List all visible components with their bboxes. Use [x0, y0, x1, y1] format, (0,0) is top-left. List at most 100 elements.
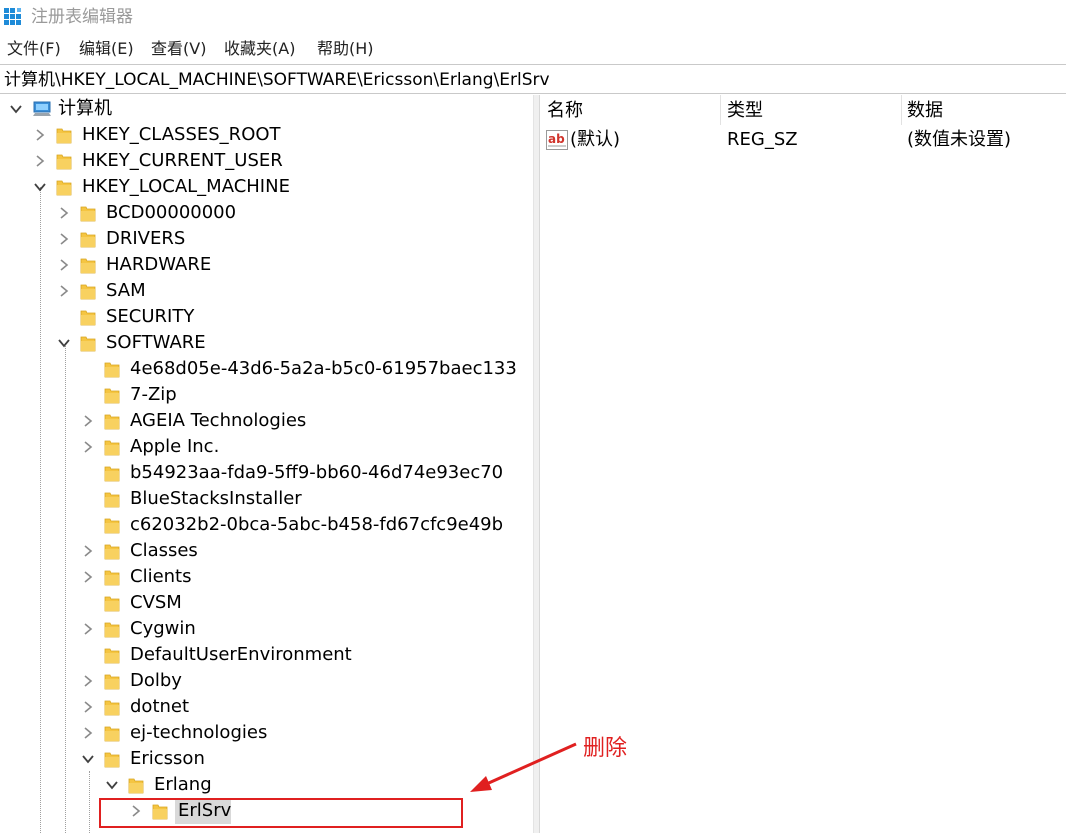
value-type: REG_SZ: [727, 129, 798, 150]
tree-item-label: SECURITY: [106, 306, 195, 327]
registry-app-icon: [4, 8, 21, 25]
column-separator[interactable]: [720, 95, 721, 125]
tree-item-key[interactable]: Apple Inc.: [0, 434, 533, 460]
chevron-down-icon[interactable]: [80, 751, 96, 767]
chevron-down-icon[interactable]: [32, 179, 48, 195]
chevron-right-icon[interactable]: [32, 127, 48, 143]
menu-bar: 文件(F) 编辑(E) 查看(V) 收藏夹(A) 帮助(H): [0, 36, 1066, 62]
tree-item-key[interactable]: Clients: [0, 564, 533, 590]
folder-icon: [80, 281, 96, 301]
tree-item-key[interactable]: Ericsson: [0, 746, 533, 772]
tree-item-key[interactable]: Erlang: [0, 772, 533, 798]
tree-item-computer[interactable]: 计算机: [0, 96, 533, 122]
window-title: 注册表编辑器: [31, 7, 133, 27]
folder-icon: [104, 489, 120, 509]
chevron-right-icon[interactable]: [32, 153, 48, 169]
folder-icon: [104, 697, 120, 717]
computer-icon: [32, 99, 52, 119]
tree-item-label: ej-technologies: [130, 722, 268, 743]
tree-item-label: Ericsson: [130, 748, 205, 769]
folder-icon: [56, 125, 72, 145]
menu-file[interactable]: 文件(F): [7, 38, 61, 60]
tree-item-key[interactable]: c62032b2-0bca-5abc-b458-fd67cfc9e49b: [0, 512, 533, 538]
tree-item-label: dotnet: [130, 696, 190, 717]
tree-item-key[interactable]: AGEIA Technologies: [0, 408, 533, 434]
tree-item-key[interactable]: 7-Zip: [0, 382, 533, 408]
folder-icon: [104, 411, 120, 431]
column-separator[interactable]: [901, 95, 902, 125]
tree-item-hive[interactable]: HKEY_CLASSES_ROOT: [0, 122, 533, 148]
tree-item-key[interactable]: DRIVERS: [0, 226, 533, 252]
tree-item-key[interactable]: DefaultUserEnvironment: [0, 642, 533, 668]
value-list[interactable]: 名称 类型 数据 ab (默认) REG_SZ (数值未设置): [540, 95, 1066, 833]
tree-item-key[interactable]: HARDWARE: [0, 252, 533, 278]
folder-icon: [104, 671, 120, 691]
folder-icon: [104, 593, 120, 613]
chevron-right-icon[interactable]: [80, 673, 96, 689]
tree-item-key[interactable]: CVSM: [0, 590, 533, 616]
value-name[interactable]: (默认): [570, 128, 620, 152]
tree-item-label: SOFTWARE: [106, 332, 206, 353]
tree-item-key[interactable]: BlueStacksInstaller: [0, 486, 533, 512]
column-header-name[interactable]: 名称: [547, 99, 583, 123]
chevron-right-icon[interactable]: [80, 725, 96, 741]
folder-icon: [80, 255, 96, 275]
chevron-right-icon[interactable]: [56, 205, 72, 221]
folder-icon: [104, 645, 120, 665]
tree-item-hive[interactable]: HKEY_LOCAL_MACHINE: [0, 174, 533, 200]
menu-help[interactable]: 帮助(H): [317, 38, 374, 60]
tree-item-label: HKEY_CURRENT_USER: [82, 150, 283, 171]
tree-item-key[interactable]: 4e68d05e-43d6-5a2a-b5c0-61957baec133: [0, 356, 533, 382]
tree-item-label: 计算机: [58, 98, 112, 119]
tree-item-key[interactable]: Dolby: [0, 668, 533, 694]
column-header-data[interactable]: 数据: [907, 99, 943, 123]
tree-item-key[interactable]: SECURITY: [0, 304, 533, 330]
tree-item-hive[interactable]: HKEY_CURRENT_USER: [0, 148, 533, 174]
tree-item-key[interactable]: ej-technologies: [0, 720, 533, 746]
folder-icon: [104, 515, 120, 535]
tree-item-key[interactable]: SOFTWARE: [0, 330, 533, 356]
chevron-right-icon[interactable]: [80, 621, 96, 637]
tree-item-label: 4e68d05e-43d6-5a2a-b5c0-61957baec133: [130, 358, 517, 379]
chevron-right-icon[interactable]: [80, 569, 96, 585]
chevron-right-icon[interactable]: [80, 543, 96, 559]
tree-item-label: Classes: [130, 540, 198, 561]
pane-splitter[interactable]: [533, 95, 540, 833]
folder-icon: [104, 463, 120, 483]
address-path[interactable]: 计算机\HKEY_LOCAL_MACHINE\SOFTWARE\Ericsson…: [4, 69, 550, 91]
tree-item-label: BlueStacksInstaller: [130, 488, 302, 509]
folder-icon: [104, 359, 120, 379]
chevron-right-icon[interactable]: [80, 699, 96, 715]
tree-item-key[interactable]: Cygwin: [0, 616, 533, 642]
chevron-right-icon[interactable]: [80, 413, 96, 429]
chevron-down-icon[interactable]: [8, 101, 24, 117]
chevron-down-icon[interactable]: [104, 777, 120, 793]
menu-edit[interactable]: 编辑(E): [79, 38, 134, 60]
chevron-down-icon[interactable]: [56, 335, 72, 351]
tree-item-key[interactable]: b54923aa-fda9-5ff9-bb60-46d74e93ec70: [0, 460, 533, 486]
tree-item-label: Dolby: [130, 670, 182, 691]
folder-icon: [104, 749, 120, 769]
tree-item-label: AGEIA Technologies: [130, 410, 307, 431]
tree-item-label: SAM: [106, 280, 146, 301]
folder-icon: [80, 229, 96, 249]
folder-icon: [104, 541, 120, 561]
menu-view[interactable]: 查看(V): [151, 38, 206, 60]
tree-item-key[interactable]: BCD00000000: [0, 200, 533, 226]
tree-item-label: Erlang: [154, 774, 212, 795]
address-bar[interactable]: 计算机\HKEY_LOCAL_MACHINE\SOFTWARE\Ericsson…: [0, 64, 1066, 94]
chevron-right-icon[interactable]: [56, 257, 72, 273]
tree-item-key[interactable]: dotnet: [0, 694, 533, 720]
chevron-right-icon[interactable]: [56, 231, 72, 247]
key-tree[interactable]: 计算机 HKEY_CLASSES_ROOT HKEY_CURRENT_USER HKE…: [0, 95, 533, 833]
folder-icon: [104, 723, 120, 743]
tree-item-key[interactable]: SAM: [0, 278, 533, 304]
folder-icon: [104, 437, 120, 457]
column-header-type[interactable]: 类型: [727, 99, 763, 123]
annotation-arrow-icon: [470, 742, 577, 792]
tree-item-label: Apple Inc.: [130, 436, 220, 457]
menu-favorites[interactable]: 收藏夹(A): [224, 38, 295, 60]
tree-item-key[interactable]: Classes: [0, 538, 533, 564]
chevron-right-icon[interactable]: [80, 439, 96, 455]
chevron-right-icon[interactable]: [56, 283, 72, 299]
